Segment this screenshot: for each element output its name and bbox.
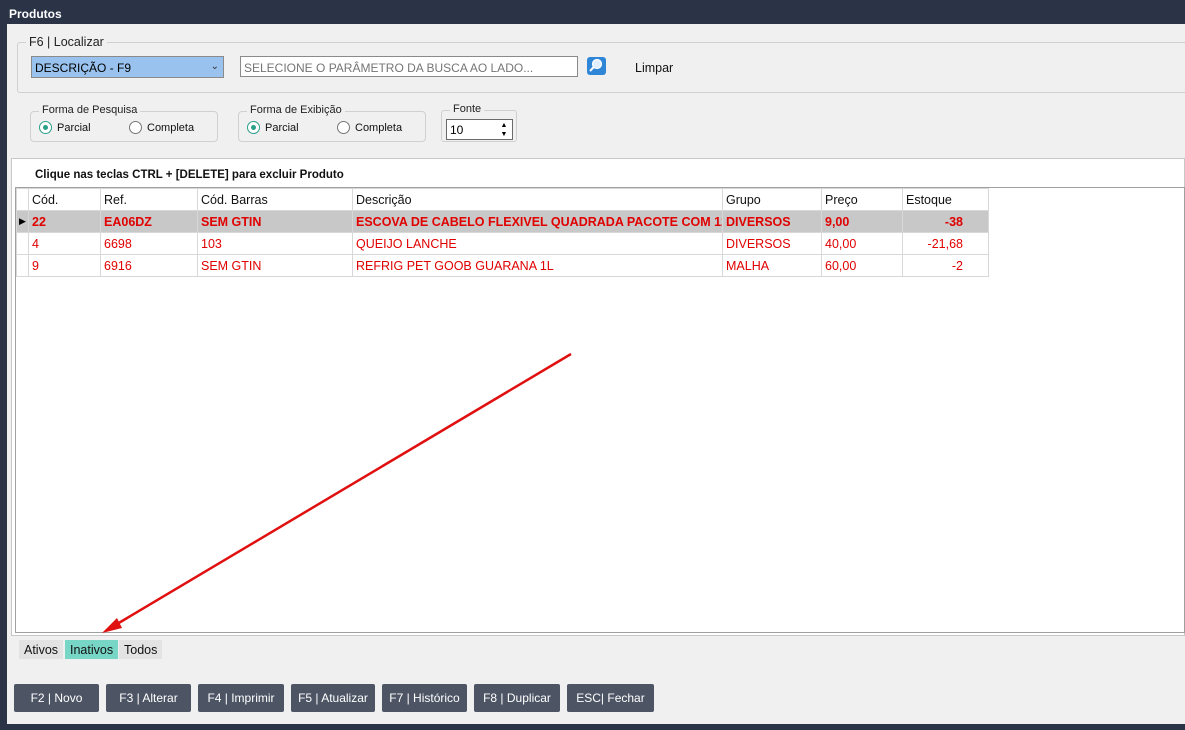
- exibicao-parcial-radio[interactable]: Parcial: [247, 121, 299, 134]
- localizar-group-title: F6 | Localizar: [26, 35, 107, 49]
- row-indicator-icon: ▶: [16, 210, 29, 233]
- column-header[interactable]: Preço: [821, 188, 903, 211]
- fonte-title: Fonte: [450, 103, 485, 115]
- column-header[interactable]: Descrição: [352, 188, 723, 211]
- table-cell[interactable]: MALHA: [722, 254, 822, 277]
- search-field-select-value: DESCRIÇÃO - F9: [35, 61, 132, 75]
- table-cell[interactable]: 4: [28, 232, 101, 255]
- table-cell[interactable]: 40,00: [821, 232, 903, 255]
- radio-empty-icon: [337, 121, 350, 134]
- window-title: Produtos: [0, 0, 1185, 24]
- alterar-button[interactable]: F3 | Alterar: [106, 684, 191, 712]
- font-size-stepper[interactable]: 10 ▲ ▼: [446, 119, 513, 140]
- pesquisa-completa-label: Completa: [147, 122, 195, 134]
- table-cell[interactable]: EA06DZ: [100, 210, 198, 233]
- table-cell[interactable]: 22: [28, 210, 101, 233]
- chevron-down-icon: ⌄: [210, 61, 219, 72]
- row-indicator-cell: [16, 232, 29, 255]
- column-header[interactable]: Cód. Barras: [197, 188, 353, 211]
- search-input[interactable]: [240, 56, 578, 77]
- table-cell[interactable]: 60,00: [821, 254, 903, 277]
- column-header[interactable]: Grupo: [722, 188, 822, 211]
- column-header[interactable]: Estoque: [902, 188, 989, 211]
- table-cell[interactable]: 9: [28, 254, 101, 277]
- table-cell[interactable]: REFRIG PET GOOB GUARANA 1L: [352, 254, 723, 277]
- client-area: F6 | Localizar DESCRIÇÃO - F9 ⌄ Limpar F…: [7, 24, 1185, 724]
- table-cell[interactable]: -21,68: [902, 232, 989, 255]
- search-icon: [589, 58, 603, 72]
- tab-inativos[interactable]: Inativos: [65, 640, 119, 659]
- table-cell[interactable]: DIVERSOS: [722, 232, 822, 255]
- limpar-button[interactable]: Limpar: [635, 61, 673, 75]
- forma-pesquisa-title: Forma de Pesquisa: [39, 104, 141, 116]
- radio-selected-icon: [39, 121, 52, 134]
- column-header[interactable]: Cód.: [28, 188, 101, 211]
- forma-exibicao-title: Forma de Exibição: [247, 104, 345, 116]
- fonte-group: Fonte 10 ▲ ▼: [441, 103, 517, 142]
- pesquisa-parcial-radio[interactable]: Parcial: [39, 121, 91, 134]
- imprimir-button[interactable]: F4 | Imprimir: [198, 684, 284, 712]
- pesquisa-parcial-label: Parcial: [57, 122, 91, 134]
- forma-exibicao-group: Forma de Exibição Parcial Completa: [238, 104, 426, 142]
- atualizar-button[interactable]: F5 | Atualizar: [291, 684, 375, 712]
- table-cell[interactable]: 103: [197, 232, 353, 255]
- historico-button[interactable]: F7 | Histórico: [382, 684, 467, 712]
- table-cell[interactable]: SEM GTIN: [197, 210, 353, 233]
- delete-hint: Clique nas teclas CTRL + [DELETE] para e…: [35, 169, 344, 181]
- table-cell[interactable]: -38: [902, 210, 989, 233]
- novo-button[interactable]: F2 | Novo: [14, 684, 99, 712]
- exibicao-completa-label: Completa: [355, 122, 403, 134]
- duplicar-button[interactable]: F8 | Duplicar: [474, 684, 560, 712]
- table-cell[interactable]: 6916: [100, 254, 198, 277]
- table-cell[interactable]: 9,00: [821, 210, 903, 233]
- font-size-value: 10: [450, 123, 464, 137]
- search-button[interactable]: [587, 57, 606, 75]
- table-cell[interactable]: DIVERSOS: [722, 210, 822, 233]
- table-row[interactable]: 9 6916 SEM GTIN REFRIG PET GOOB GUARANA …: [16, 254, 989, 277]
- indicator-header: [16, 188, 29, 211]
- table-cell[interactable]: SEM GTIN: [197, 254, 353, 277]
- fechar-button[interactable]: ESC| Fechar: [567, 684, 654, 712]
- exibicao-completa-radio[interactable]: Completa: [337, 121, 402, 134]
- search-field-select[interactable]: DESCRIÇÃO - F9 ⌄: [31, 56, 224, 78]
- table-row[interactable]: ▶ 22 EA06DZ SEM GTIN ESCOVA DE CABELO FL…: [16, 210, 989, 233]
- window-bottom-border: [0, 724, 1185, 730]
- table-cell[interactable]: 6698: [100, 232, 198, 255]
- products-grid[interactable]: Cód. Ref. Cód. Barras Descrição Grupo Pr…: [15, 187, 1185, 633]
- column-header[interactable]: Ref.: [100, 188, 198, 211]
- table-header-row: Cód. Ref. Cód. Barras Descrição Grupo Pr…: [16, 188, 989, 211]
- action-button-bar: F2 | Novo F3 | Alterar F4 | Imprimir F5 …: [7, 669, 1185, 724]
- table-cell[interactable]: QUEIJO LANCHE: [352, 232, 723, 255]
- radio-selected-icon: [247, 121, 260, 134]
- table-cell[interactable]: -2: [902, 254, 989, 277]
- spin-down-icon[interactable]: ▼: [498, 130, 510, 139]
- exibicao-parcial-label: Parcial: [265, 122, 299, 134]
- radio-empty-icon: [129, 121, 142, 134]
- table-cell[interactable]: ESCOVA DE CABELO FLEXIVEL QUADRADA PACOT…: [352, 210, 723, 233]
- pesquisa-completa-radio[interactable]: Completa: [129, 121, 194, 134]
- tab-ativos[interactable]: Ativos: [19, 640, 64, 659]
- row-indicator-cell: [16, 254, 29, 277]
- products-table: Cód. Ref. Cód. Barras Descrição Grupo Pr…: [16, 188, 989, 277]
- spin-up-icon[interactable]: ▲: [498, 121, 510, 130]
- forma-pesquisa-group: Forma de Pesquisa Parcial Completa: [30, 104, 218, 142]
- tab-todos[interactable]: Todos: [119, 640, 163, 659]
- table-row[interactable]: 4 6698 103 QUEIJO LANCHE DIVERSOS 40,00 …: [16, 232, 989, 255]
